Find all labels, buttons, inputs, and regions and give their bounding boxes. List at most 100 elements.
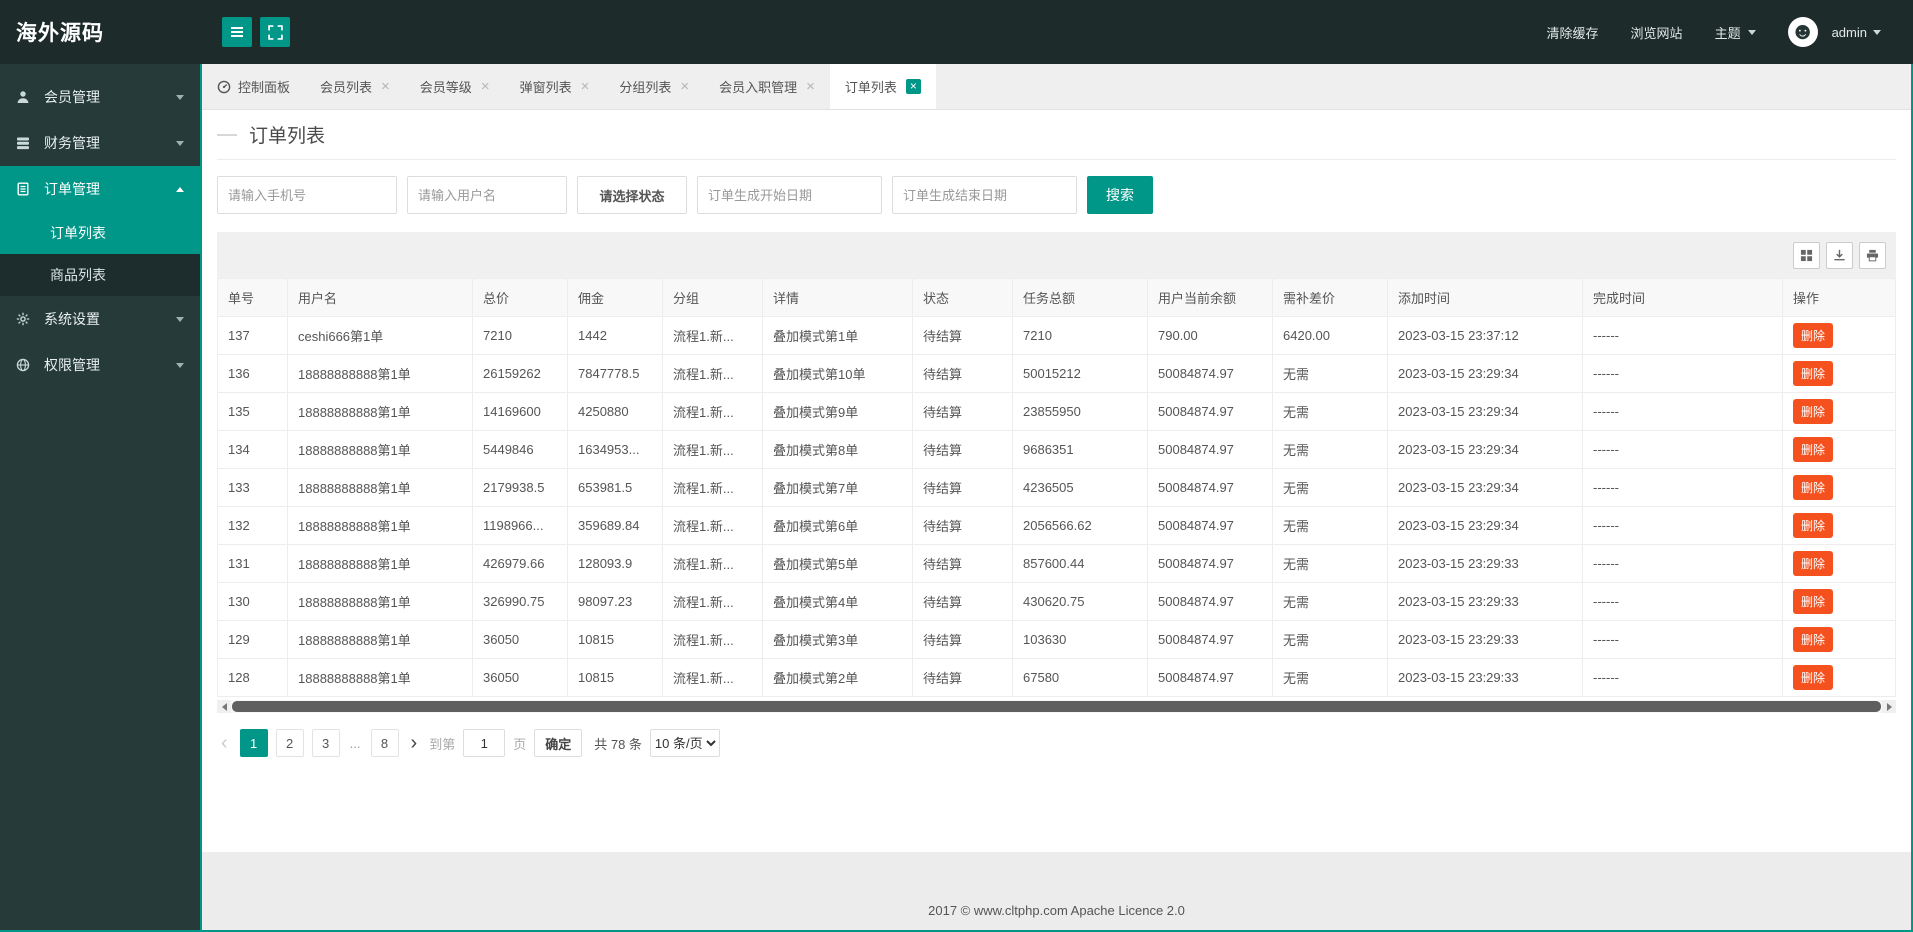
- sidebar-item-finance-management[interactable]: 财务管理: [0, 120, 200, 166]
- submenu-order-management: 订单列表 商品列表: [0, 212, 200, 296]
- grid-icon: [1800, 249, 1813, 262]
- cell: 无需: [1272, 544, 1388, 583]
- cell: ------: [1582, 658, 1783, 697]
- cell: 1634953...: [567, 430, 663, 469]
- table-row: 132 18888888888第1单 1198966... 359689.84 流程1.…: [217, 506, 1896, 545]
- sidebar-item-permission-management[interactable]: 权限管理: [0, 342, 200, 388]
- chevron-down-icon: [176, 140, 184, 146]
- content: 订单列表 请选择状态 搜索: [202, 110, 1911, 852]
- scroll-left-button[interactable]: [217, 700, 231, 713]
- cell: 待结算: [912, 544, 1013, 583]
- cell: 135: [217, 392, 288, 431]
- sidebar-item-label: 订单管理: [44, 181, 100, 197]
- cell: 50084874.97: [1147, 544, 1273, 583]
- goto-prefix-label: 到第: [429, 736, 456, 752]
- cell: 131: [217, 544, 288, 583]
- status-select[interactable]: 请选择状态: [577, 176, 687, 214]
- page-button-1[interactable]: 1: [239, 729, 268, 757]
- chevron-down-icon: [1873, 29, 1881, 35]
- cell: 待结算: [912, 354, 1013, 393]
- search-button[interactable]: 搜索: [1087, 176, 1153, 214]
- cell: 50084874.97: [1147, 392, 1273, 431]
- column-header: 单号: [217, 278, 288, 317]
- tab-member-level[interactable]: 会员等级 ×: [405, 64, 505, 109]
- next-page-button[interactable]: ›: [407, 733, 422, 753]
- export-button[interactable]: [1826, 241, 1853, 269]
- tab-label: 分组列表: [619, 80, 672, 95]
- close-tab-icon[interactable]: ×: [481, 78, 490, 95]
- delete-button[interactable]: 删除: [1793, 513, 1834, 538]
- sidebar-subitem-order-list[interactable]: 订单列表: [0, 212, 200, 254]
- page-size-select[interactable]: 10 条/页: [649, 729, 720, 757]
- prev-page-button[interactable]: ‹: [217, 733, 232, 753]
- actions-cell: 删除: [1782, 316, 1896, 355]
- menu-toggle-button[interactable]: [222, 17, 252, 47]
- scrollbar-thumb[interactable]: [232, 701, 1881, 712]
- chevron-down-icon: [176, 362, 184, 368]
- cell: 128093.9: [567, 544, 663, 583]
- delete-button[interactable]: 删除: [1793, 437, 1834, 462]
- column-header: 分组: [662, 278, 763, 317]
- tab-member-list[interactable]: 会员列表 ×: [305, 64, 405, 109]
- sidebar-item-system-settings[interactable]: 系统设置: [0, 296, 200, 342]
- columns-toggle-button[interactable]: [1793, 241, 1820, 269]
- confirm-button[interactable]: 确定: [534, 729, 583, 757]
- cell: 23855950: [1012, 392, 1148, 431]
- browse-site-link[interactable]: 浏览网站: [1631, 23, 1683, 42]
- close-tab-icon[interactable]: ×: [581, 78, 590, 95]
- sidebar-subitem-product-list[interactable]: 商品列表: [0, 254, 200, 296]
- cell: 7847778.5: [567, 354, 663, 393]
- tab-label: 会员入职管理: [719, 80, 798, 95]
- phone-input[interactable]: [217, 176, 397, 214]
- tab-popup-list[interactable]: 弹窗列表 ×: [505, 64, 605, 109]
- goto-page-input[interactable]: [463, 729, 506, 757]
- close-tab-icon[interactable]: ×: [905, 79, 921, 94]
- delete-button[interactable]: 删除: [1793, 475, 1834, 500]
- delete-button[interactable]: 删除: [1793, 361, 1834, 386]
- sidebar-item-member-management[interactable]: 会员管理: [0, 74, 200, 120]
- cell: 430620.75: [1012, 582, 1148, 621]
- delete-button[interactable]: 删除: [1793, 665, 1834, 690]
- permission-icon: [16, 358, 32, 372]
- cell: 叠加模式第4单: [762, 582, 913, 621]
- tab-group-list[interactable]: 分组列表 ×: [604, 64, 704, 109]
- tab-order-list[interactable]: 订单列表 ×: [829, 64, 936, 109]
- cell: 无需: [1272, 468, 1388, 507]
- tab-dashboard[interactable]: 控制面板: [202, 64, 305, 109]
- tab-member-onboarding[interactable]: 会员入职管理 ×: [704, 64, 830, 109]
- close-tab-icon[interactable]: ×: [806, 78, 815, 95]
- fullscreen-button[interactable]: [260, 17, 290, 47]
- clear-cache-link[interactable]: 清除缓存: [1547, 23, 1599, 42]
- sidebar-item-order-management[interactable]: 订单管理: [0, 166, 200, 212]
- start-date-input[interactable]: [697, 176, 882, 214]
- avatar[interactable]: ☻: [1787, 17, 1818, 47]
- actions-cell: 删除: [1782, 544, 1896, 583]
- end-date-input[interactable]: [892, 176, 1077, 214]
- user-menu[interactable]: admin: [1832, 25, 1881, 40]
- table-row: 134 18888888888第1单 5449846 1634953... 流程1.新.…: [217, 430, 1896, 469]
- delete-button[interactable]: 删除: [1793, 551, 1834, 576]
- page-button-3[interactable]: 3: [311, 729, 340, 757]
- username-input[interactable]: [407, 176, 567, 214]
- theme-menu[interactable]: 主题: [1715, 23, 1756, 42]
- page-button-8[interactable]: 8: [370, 729, 399, 757]
- horizontal-scrollbar[interactable]: [217, 700, 1896, 713]
- cell: 2023-03-15 23:29:33: [1387, 658, 1583, 697]
- cell: 18888888888第1单: [287, 430, 473, 469]
- user-icon: [16, 90, 32, 104]
- delete-button[interactable]: 删除: [1793, 323, 1834, 348]
- cell: 18888888888第1单: [287, 392, 473, 431]
- cell: 857600.44: [1012, 544, 1148, 583]
- cell: 2023-03-15 23:29:34: [1387, 354, 1583, 393]
- scroll-right-button[interactable]: [1882, 700, 1896, 713]
- column-header: 状态: [912, 278, 1013, 317]
- page-button-2[interactable]: 2: [275, 729, 304, 757]
- delete-button[interactable]: 删除: [1793, 589, 1834, 614]
- page-buttons: 1 2 3... 8: [239, 729, 399, 757]
- delete-button[interactable]: 删除: [1793, 399, 1834, 424]
- close-tab-icon[interactable]: ×: [381, 78, 390, 95]
- close-tab-icon[interactable]: ×: [680, 78, 689, 95]
- print-button[interactable]: [1859, 241, 1886, 269]
- delete-button[interactable]: 删除: [1793, 627, 1834, 652]
- cell: 流程1.新...: [662, 506, 763, 545]
